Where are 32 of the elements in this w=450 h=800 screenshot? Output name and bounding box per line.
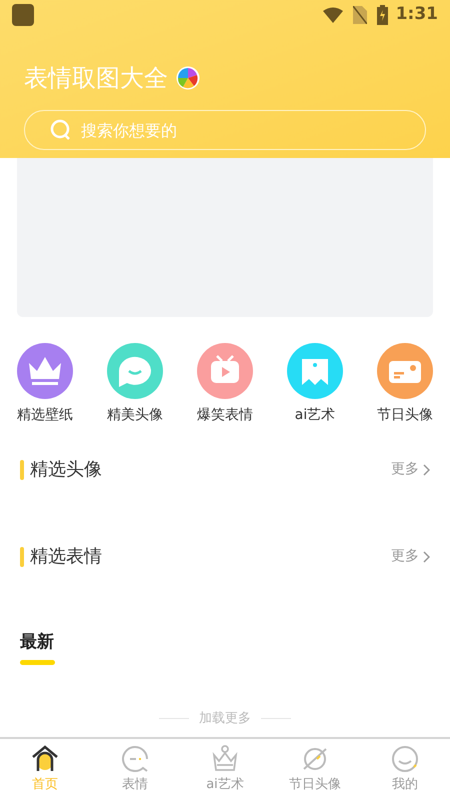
no-sim-icon bbox=[352, 6, 367, 24]
more-link[interactable]: 更多 bbox=[391, 546, 430, 567]
nav-chat-icon bbox=[119, 743, 151, 775]
search-icon bbox=[50, 119, 72, 141]
category-button[interactable]: 节日头像 bbox=[361, 343, 449, 426]
nav-tab[interactable]: 首页 bbox=[0, 739, 90, 800]
section-marker bbox=[20, 460, 24, 480]
search-field[interactable]: 搜索你想要的 bbox=[24, 110, 426, 150]
battery-icon bbox=[376, 5, 388, 25]
pinwheel-icon bbox=[176, 66, 200, 90]
category-button[interactable]: ai艺术 bbox=[271, 343, 359, 426]
chevron-right-icon bbox=[423, 464, 430, 476]
latest-tab[interactable]: 最新 bbox=[20, 630, 54, 656]
category-button[interactable]: 精美头像 bbox=[91, 343, 179, 426]
nav-smile-icon bbox=[389, 743, 421, 775]
wifi-icon bbox=[322, 7, 343, 23]
tab-underline bbox=[20, 660, 55, 664]
more-link[interactable]: 更多 bbox=[391, 459, 430, 480]
nav-tab[interactable]: 节日头像 bbox=[270, 739, 360, 800]
section-title: 精选头像 bbox=[30, 458, 102, 482]
status-time: 1:31 bbox=[396, 3, 438, 26]
nav-tab[interactable]: 我的 bbox=[360, 739, 450, 800]
nav-tab[interactable]: ai艺术 bbox=[180, 739, 270, 800]
category-button[interactable]: 精选壁纸 bbox=[1, 343, 89, 426]
load-more-text[interactable]: 加载更多 bbox=[199, 708, 251, 728]
chevron-right-icon bbox=[423, 550, 430, 562]
section-marker bbox=[20, 546, 24, 566]
nav-tab[interactable]: 表情 bbox=[90, 739, 180, 800]
category-button[interactable]: 爆笑表情 bbox=[181, 343, 269, 426]
app-icon bbox=[12, 4, 34, 26]
section-title: 精选表情 bbox=[30, 545, 102, 569]
app-title: 表情取图大全 bbox=[24, 63, 168, 94]
